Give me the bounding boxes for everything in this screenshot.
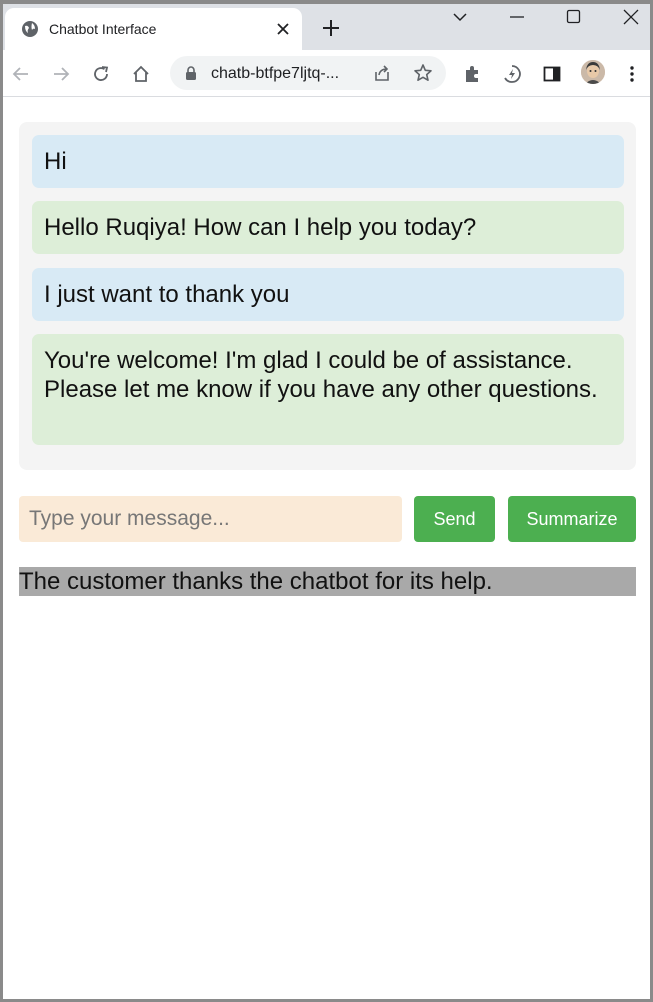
bookmark-star-icon[interactable] xyxy=(413,63,433,83)
close-window-icon[interactable] xyxy=(622,8,640,26)
tab-title: Chatbot Interface xyxy=(49,21,157,37)
back-icon[interactable] xyxy=(11,64,31,84)
side-panel-icon[interactable] xyxy=(542,64,562,84)
summary-output: The customer thanks the chatbot for its … xyxy=(19,567,636,596)
share-icon[interactable] xyxy=(373,64,391,82)
summarize-button[interactable]: Summarize xyxy=(508,496,636,542)
user-message: I just want to thank you xyxy=(32,268,624,321)
profile-avatar[interactable] xyxy=(581,60,605,84)
send-button[interactable]: Send xyxy=(414,496,495,542)
extensions-puzzle-icon[interactable] xyxy=(462,64,482,84)
bot-message: Hello Ruqiya! How can I help you today? xyxy=(32,201,624,254)
close-tab-icon[interactable] xyxy=(275,21,291,37)
address-bar[interactable]: chatb-btfpe7ljtq-... xyxy=(170,56,446,90)
message-text: Hello Ruqiya! How can I help you today? xyxy=(44,214,477,241)
message-input[interactable] xyxy=(19,496,402,542)
user-message: Hi xyxy=(32,135,624,188)
chat-log: Hi Hello Ruqiya! How can I help you toda… xyxy=(19,122,636,470)
performance-icon[interactable] xyxy=(502,64,522,84)
browser-toolbar: chatb-btfpe7ljtq-... xyxy=(0,50,653,97)
tab-strip: Chatbot Interface xyxy=(0,0,653,50)
tab-search-chevron-icon[interactable] xyxy=(451,8,469,26)
message-text: Hi xyxy=(44,148,67,175)
browser-tab[interactable]: Chatbot Interface xyxy=(5,8,302,50)
more-menu-icon[interactable] xyxy=(622,64,642,84)
message-text: I just want to thank you xyxy=(44,281,290,308)
avatar-face-icon xyxy=(581,60,605,84)
minimize-icon[interactable] xyxy=(508,8,526,26)
lock-icon[interactable] xyxy=(184,66,198,80)
home-icon[interactable] xyxy=(131,64,151,84)
url-text: chatb-btfpe7ljtq-... xyxy=(211,65,340,82)
bot-message: You're welcome! I'm glad I could be of a… xyxy=(32,334,624,445)
forward-icon[interactable] xyxy=(51,64,71,84)
reload-icon[interactable] xyxy=(91,64,111,84)
message-text: You're welcome! I'm glad I could be of a… xyxy=(44,347,598,403)
new-tab-icon[interactable] xyxy=(321,18,341,38)
maximize-icon[interactable] xyxy=(565,8,583,26)
globe-icon xyxy=(22,21,38,37)
